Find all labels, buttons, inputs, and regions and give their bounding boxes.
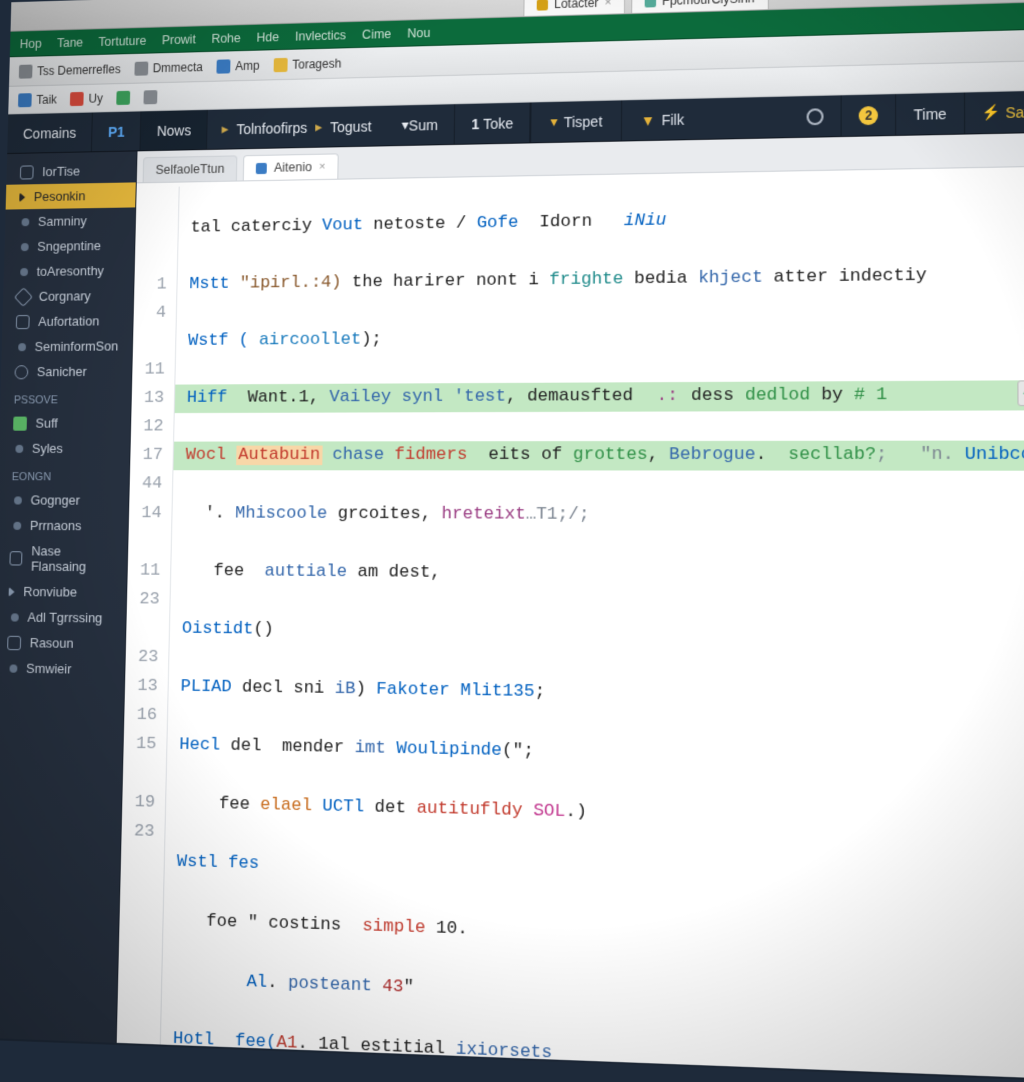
sidebar-item[interactable]: Suff xyxy=(0,410,130,436)
tab-label: Lotacter xyxy=(554,0,599,11)
sidebar-item[interactable]: Prrnaons xyxy=(0,513,128,539)
sidebar-item[interactable]: toAresonthy xyxy=(4,258,134,285)
menu-item[interactable]: Prowit xyxy=(162,32,196,47)
sidebar-item[interactable]: Aufortation xyxy=(2,308,133,334)
appbar-home[interactable]: Comains xyxy=(7,113,93,154)
sidebar: IorTise Pesonkin Samniny Sngepntine toAr… xyxy=(0,151,137,1042)
sidebar-item[interactable]: Nase Flansaing xyxy=(0,538,127,580)
menu-item[interactable]: Cime xyxy=(362,26,391,41)
appbar-tab[interactable]: ▾Tispet xyxy=(531,100,622,142)
sidebar-item[interactable]: Rasoun xyxy=(0,629,125,656)
appbar-nows[interactable]: Nows xyxy=(141,110,208,150)
sidebar-item-selected[interactable]: Pesonkin xyxy=(6,182,136,209)
dot-icon xyxy=(21,218,29,226)
menu-item[interactable]: Invlectics xyxy=(295,28,346,43)
square-icon xyxy=(7,635,21,649)
toolbar-item[interactable]: Amp xyxy=(216,58,259,73)
dot-icon xyxy=(18,343,26,351)
dot-icon xyxy=(9,664,17,672)
appbar-badge[interactable]: 2 xyxy=(842,94,897,136)
badge-icon: 2 xyxy=(859,105,878,124)
code-area[interactable]: 14 111312 174414 1123 2313 1615 1923 tal… xyxy=(117,166,1024,1079)
chevron-right-icon xyxy=(9,586,15,596)
play-icon xyxy=(19,192,25,202)
chevron-right-icon: ▸ xyxy=(221,120,228,137)
sidebar-item[interactable]: SeminformSon xyxy=(2,333,133,359)
triangle-down-icon: ▼ xyxy=(641,111,656,128)
menu-item[interactable]: Hde xyxy=(256,30,279,45)
sidebar-item[interactable]: Gognger xyxy=(0,487,129,513)
file-tab[interactable]: SelfaoleTtun xyxy=(143,155,238,182)
dot-icon xyxy=(15,444,23,452)
sidebar-item[interactable]: Smwieir xyxy=(0,655,125,682)
chevron-down-icon: ▾ xyxy=(550,113,557,131)
icon xyxy=(70,91,84,105)
cube-icon xyxy=(16,315,30,329)
icon xyxy=(273,57,287,71)
tab-label: FpcmourClySinn xyxy=(662,0,755,8)
sidebar-item[interactable]: Syles xyxy=(0,436,130,461)
menu-item[interactable]: Nou xyxy=(407,25,430,40)
icon xyxy=(216,59,230,73)
menu-item[interactable]: Hop xyxy=(20,36,42,50)
circle-icon xyxy=(807,108,824,125)
toolbar-item[interactable]: Tss Demerrefles xyxy=(19,62,121,78)
tab-icon xyxy=(537,0,548,10)
icon xyxy=(116,90,130,104)
sidebar-item[interactable]: Corgnary xyxy=(3,283,134,310)
toolbar-item[interactable]: Uy xyxy=(70,91,103,106)
toolbar-item[interactable] xyxy=(143,90,157,104)
sidebar-item[interactable]: Sngepntine xyxy=(4,232,134,259)
menu-item[interactable]: Rohe xyxy=(211,31,241,46)
dot-icon xyxy=(14,496,22,504)
appbar-project[interactable]: P1 xyxy=(92,111,142,151)
chevron-right-icon: ▸ xyxy=(315,118,322,135)
appbar-sum[interactable]: ▾ Sum xyxy=(385,104,455,145)
doc-icon xyxy=(19,64,33,78)
breadcrumb-item[interactable]: Togust xyxy=(330,118,372,135)
file-icon xyxy=(256,162,267,173)
appbar-time[interactable]: Time xyxy=(896,93,965,135)
sidebar-item[interactable]: Sanicher xyxy=(1,358,132,384)
code-text[interactable]: tal caterciy Vout netoste / Gofe Idorn i… xyxy=(161,171,1024,1080)
appbar-icon[interactable] xyxy=(790,95,842,137)
dot-icon xyxy=(13,521,21,529)
breadcrumb-item[interactable]: Tolnfoofirps xyxy=(236,119,307,137)
square-icon xyxy=(20,165,34,179)
badge: 43 xyxy=(1017,381,1024,406)
leaf-icon xyxy=(13,416,27,430)
breadcrumb: ▸ Tolnfoofirps ▸ Togust xyxy=(207,106,385,149)
sidebar-item[interactable]: Adl Tgrrssing xyxy=(0,604,126,631)
toolbar-item[interactable]: Dmmecta xyxy=(134,60,203,76)
icon xyxy=(18,93,32,107)
sidebar-header: Eongn xyxy=(0,461,129,488)
sidebar-header: Pssove xyxy=(0,384,131,411)
sidebar-top[interactable]: IorTise xyxy=(6,157,136,184)
appbar-toke[interactable]: 1 Toke xyxy=(455,102,531,143)
editor: SelfaoleTtun Aitenio × 14 111312 174414 … xyxy=(117,133,1024,1080)
appbar-safe[interactable]: ⚡ Safe xyxy=(965,90,1024,133)
sidebar-item[interactable]: Samniny xyxy=(5,207,135,234)
gear-icon xyxy=(14,365,28,379)
dot-icon xyxy=(20,268,28,276)
toolbar-item[interactable] xyxy=(116,90,130,104)
menu-item[interactable]: Tane xyxy=(57,35,83,50)
file-tab-active[interactable]: Aitenio × xyxy=(243,153,339,180)
menu-item[interactable]: Tortuture xyxy=(98,33,146,48)
appbar-tab[interactable]: ▼Filk xyxy=(621,99,703,141)
icon xyxy=(143,90,157,104)
tab-icon xyxy=(644,0,655,7)
icon xyxy=(134,61,148,75)
lightning-icon: ⚡ xyxy=(982,103,1001,121)
close-icon[interactable]: × xyxy=(319,161,326,173)
toolbar-item[interactable]: Toragesh xyxy=(273,56,341,72)
square-icon xyxy=(9,551,22,565)
sidebar-item[interactable]: Ronviube xyxy=(0,579,127,606)
toolbar-item[interactable]: Taik xyxy=(18,92,57,107)
main-pane: IorTise Pesonkin Samniny Sngepntine toAr… xyxy=(0,133,1024,1079)
diamond-icon xyxy=(14,287,33,307)
dot-icon xyxy=(11,613,19,621)
close-icon[interactable]: × xyxy=(605,0,612,9)
dot-icon xyxy=(21,243,29,251)
